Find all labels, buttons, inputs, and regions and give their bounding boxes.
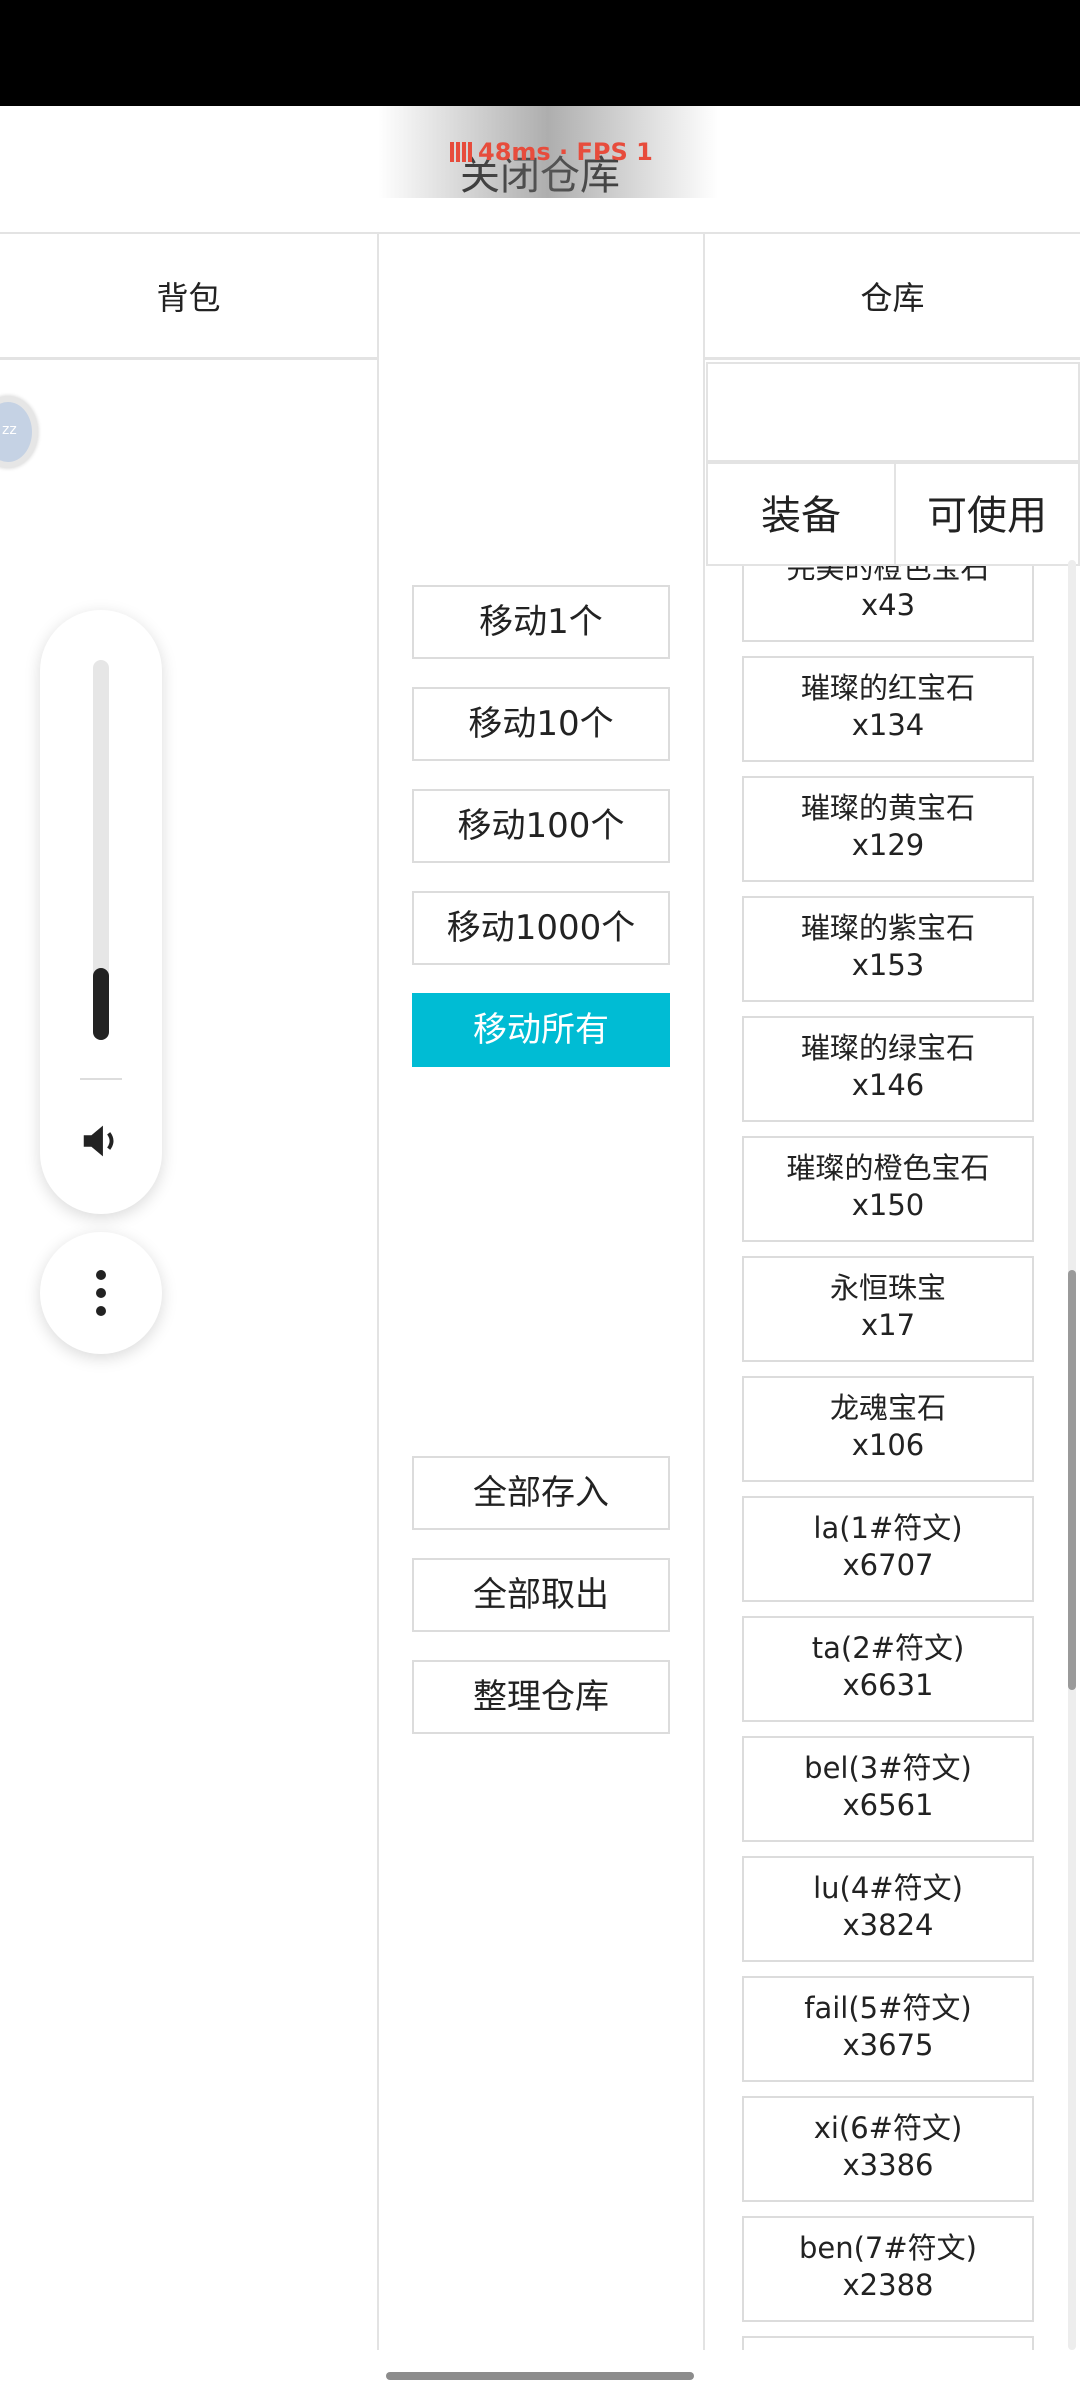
warehouse-header: 仓库	[705, 236, 1080, 360]
item-name: bel(3#符文)	[804, 1751, 972, 1785]
warehouse-item[interactable]: fail(5#符文) x3675	[742, 1976, 1034, 2082]
deposit-all-button[interactable]: 全部存入	[412, 1456, 670, 1530]
perf-indicator: 48ms · FPS 1	[450, 138, 653, 166]
warehouse-scrollbar[interactable]	[1068, 560, 1076, 2350]
move-1000-button[interactable]: 移动1000个	[412, 891, 670, 965]
warehouse-item[interactable]: 璀璨的紫宝石 x153	[742, 896, 1034, 1002]
item-count: x6631	[842, 1668, 934, 1702]
more-vertical-icon	[96, 1270, 106, 1316]
item-name: ben(7#符文)	[798, 2231, 977, 2265]
backpack-header: 背包	[0, 236, 377, 360]
warehouse-item[interactable]: ta(2#符文) x6631	[742, 1616, 1034, 1722]
item-name: 永恒珠宝	[829, 1271, 946, 1305]
item-count: x2388	[842, 2268, 934, 2302]
avatar-label: zz	[2, 422, 17, 438]
warehouse-item[interactable]: 龙魂宝石 x106	[742, 1376, 1034, 1482]
warehouse-item[interactable]: 璀璨的橙色宝石 x150	[742, 1136, 1034, 1242]
top-bar: 关闭仓库 48ms · FPS 1	[0, 106, 1080, 234]
item-name: 龙魂宝石	[829, 1391, 946, 1425]
warehouse-search-area[interactable]	[706, 362, 1080, 462]
item-count: x3824	[842, 1908, 934, 1942]
withdraw-all-button[interactable]: 全部取出	[412, 1558, 670, 1632]
tab-equip[interactable]: 装备	[706, 462, 896, 566]
volume-slider[interactable]	[93, 660, 109, 1040]
move-10-button[interactable]: 移动10个	[412, 687, 670, 761]
item-count: x17	[860, 1308, 916, 1342]
move-100-button[interactable]: 移动100个	[412, 789, 670, 863]
warehouse-item[interactable]: la(1#符文) x6707	[742, 1496, 1034, 1602]
move-all-button[interactable]: 移动所有	[412, 993, 670, 1067]
column-divider-left	[377, 234, 379, 2350]
item-name: fail(5#符文)	[804, 1991, 972, 2025]
volume-level	[93, 967, 109, 1040]
home-indicator[interactable]	[386, 2372, 694, 2380]
item-name: lu(4#符文)	[813, 1871, 963, 1905]
warehouse-item[interactable]: 永恒珠宝 x17	[742, 1256, 1034, 1362]
item-count: x134	[851, 708, 925, 742]
move-1-button[interactable]: 移动1个	[412, 585, 670, 659]
item-count: x146	[851, 1068, 925, 1102]
item-name: 璀璨的黄宝石	[800, 791, 975, 825]
warehouse-item[interactable]: bel(3#符文) x6561	[742, 1736, 1034, 1842]
item-count: x6561	[842, 1788, 934, 1822]
column-divider-right	[703, 234, 705, 2350]
item-count: x129	[851, 828, 925, 862]
warehouse-item[interactable]: ben(7#符文) x2388	[742, 2216, 1034, 2322]
perf-text: 48ms · FPS 1	[478, 138, 653, 166]
warehouse-item[interactable]: 璀璨的绿宝石 x146	[742, 1016, 1034, 1122]
item-name: 璀璨的红宝石	[800, 671, 975, 705]
status-bar	[0, 0, 1080, 106]
warehouse-item[interactable]: xi(6#符文) x3386	[742, 2096, 1034, 2202]
volume-divider	[80, 1078, 122, 1080]
item-name: la(1#符文)	[813, 1511, 963, 1545]
item-name: 璀璨的绿宝石	[800, 1031, 975, 1065]
warehouse-item[interactable]	[742, 2336, 1034, 2350]
item-count: x153	[851, 948, 925, 982]
warehouse-item[interactable]: lu(4#符文) x3824	[742, 1856, 1034, 1962]
item-name: 完美的橙色宝石	[786, 566, 990, 585]
item-count: x106	[851, 1428, 925, 1462]
warehouse-item-list[interactable]: 完美的橙色宝石 x43 璀璨的红宝石 x134 璀璨的黄宝石 x129 璀璨的紫宝石 x153…	[706, 566, 1080, 2350]
speaker-icon[interactable]	[78, 1118, 124, 1164]
item-count: x6707	[842, 1548, 934, 1582]
warehouse-item[interactable]: 璀璨的红宝石 x134	[742, 656, 1034, 762]
signal-bars-icon	[450, 142, 472, 162]
item-name: 璀璨的紫宝石	[800, 911, 975, 945]
more-options-button[interactable]	[40, 1232, 162, 1354]
volume-panel	[40, 610, 162, 1214]
warehouse-item[interactable]: 璀璨的黄宝石 x129	[742, 776, 1034, 882]
sort-warehouse-button[interactable]: 整理仓库	[412, 1660, 670, 1734]
item-count: x3675	[842, 2028, 934, 2062]
item-name: xi(6#符文)	[813, 2111, 963, 2145]
item-count: x150	[851, 1188, 925, 1222]
warehouse-item[interactable]: 完美的橙色宝石 x43	[742, 566, 1034, 642]
item-name: 璀璨的橙色宝石	[786, 1151, 990, 1185]
tab-usable[interactable]: 可使用	[894, 462, 1080, 566]
avatar[interactable]: zz	[0, 396, 38, 468]
item-count: x43	[860, 588, 916, 622]
warehouse-scroll-thumb[interactable]	[1068, 1270, 1076, 1690]
item-count: x3386	[842, 2148, 934, 2182]
item-name: ta(2#符文)	[811, 1631, 965, 1665]
